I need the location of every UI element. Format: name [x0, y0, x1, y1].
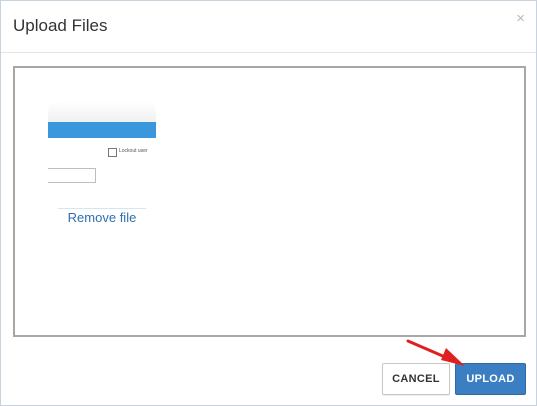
thumbnail-checkbox: [108, 148, 117, 157]
cancel-button[interactable]: CANCEL: [382, 363, 450, 395]
dialog-header: Upload Files ×: [1, 1, 536, 53]
thumbnail-blue-bar: [48, 122, 156, 138]
upload-button[interactable]: UPLOAD: [455, 363, 526, 395]
dialog-title: Upload Files: [13, 16, 108, 35]
close-icon[interactable]: ×: [516, 11, 525, 27]
thumbnail-checkbox-label: Lockout user: [119, 148, 148, 154]
file-dropzone[interactable]: Lockout user Remove file: [13, 66, 526, 337]
remove-file-link[interactable]: Remove file: [48, 210, 156, 226]
upload-files-dialog: Upload Files × Lockout user Remove file …: [0, 0, 537, 406]
file-thumbnail: Lockout user: [48, 101, 156, 209]
thumbnail-header: [48, 101, 156, 122]
thumbnail-input: [48, 168, 96, 183]
thumbnail-divider: [58, 208, 146, 209]
